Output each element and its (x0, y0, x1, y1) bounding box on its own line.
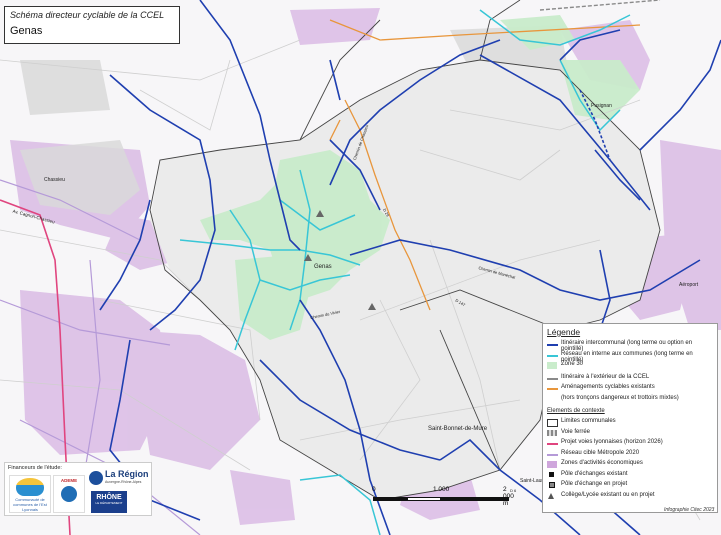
legend-context-title: Elements de contexte (547, 408, 605, 414)
legend-item: Itinéraire à l'extérieur de la CCEL (547, 374, 713, 385)
legend-item: Zones d'activités économiques (547, 460, 713, 471)
place-label-chassieu: Chassieu (44, 177, 65, 183)
square-icon (547, 471, 558, 479)
triangle-icon (547, 492, 558, 500)
legend-item: Voie ferrée (547, 429, 713, 440)
region-logo: La Région Auvergne-Rhône-Alpes (87, 469, 149, 489)
map-title: Schéma directeur cyclable de la CCEL (10, 10, 165, 20)
ademe-logo-icon (61, 486, 77, 502)
region-logo-icon (89, 471, 103, 485)
legend-item: Itinéraire intercommunal (long terme ou … (547, 340, 713, 352)
ademe-logo: ADEME (53, 475, 85, 513)
legend-line-icon (547, 351, 558, 359)
place-label-aeroport: Aéroport (679, 282, 699, 288)
legend-item: Pôle d'échanges existant (547, 471, 713, 482)
funders-title: Financeurs de l'étude: (8, 465, 62, 471)
legend-line-icon (547, 374, 558, 382)
rhone-logo: RHÔNE LE DÉPARTEMENT (91, 491, 127, 513)
legend-item: Aménagements cyclables existants (547, 384, 713, 395)
place-label-pusignan: Pusignan (591, 103, 612, 109)
legend: Légende Itinéraire intercommunal (long t… (542, 323, 718, 513)
credit-text: Infographie Citec 2023 (664, 507, 715, 513)
legend-line-icon (547, 384, 558, 392)
place-label-saint-bonnet: Saint-Bonnet-de-Mure (428, 426, 488, 432)
legend-line-icon (547, 439, 558, 447)
legend-fill-icon (547, 418, 558, 427)
legend-item: Zone 30 (547, 361, 713, 372)
legend-fill-icon (547, 460, 558, 468)
legend-rail-icon (547, 429, 558, 437)
legend-item: Projet voies lyonnaises (horizon 2026) (547, 439, 713, 450)
legend-item: Collège/Lycée existant ou en projet (547, 492, 713, 503)
scale-bar: 0 1 000 2 000 m (372, 486, 514, 512)
map-subtitle: Genas (10, 25, 43, 37)
scale-label-mid: 1 000 (433, 486, 450, 493)
scale-label-zero: 0 (372, 486, 376, 493)
legend-item: Limites communales (547, 418, 713, 429)
map-title-box: Schéma directeur cyclable de la CCEL Gen… (4, 6, 180, 44)
square-outline-icon (547, 481, 558, 489)
legend-line-icon (547, 340, 558, 348)
legend-item: Réseau en interne aux communes (long ter… (547, 351, 713, 363)
ccel-logo-icon (16, 478, 44, 496)
legend-title: Légende (547, 327, 581, 337)
legend-item-cont: (hors tronçons dangereux et trottoirs mi… (561, 394, 679, 401)
scale-segment-white (407, 497, 441, 501)
ccel-logo: Communauté de communes de l'Est Lyonnais (9, 475, 51, 513)
scale-segment-black (373, 497, 407, 501)
legend-line-icon (547, 450, 558, 458)
scale-segment-black (441, 497, 509, 501)
legend-item: Pôle d'échange en projet (547, 481, 713, 492)
funders-box: Financeurs de l'étude: Communauté de com… (4, 462, 152, 516)
place-label-genas: Genas (314, 264, 332, 270)
legend-item: Réseau cible Métropole 2020 (547, 450, 713, 461)
legend-fill-icon (547, 361, 558, 369)
